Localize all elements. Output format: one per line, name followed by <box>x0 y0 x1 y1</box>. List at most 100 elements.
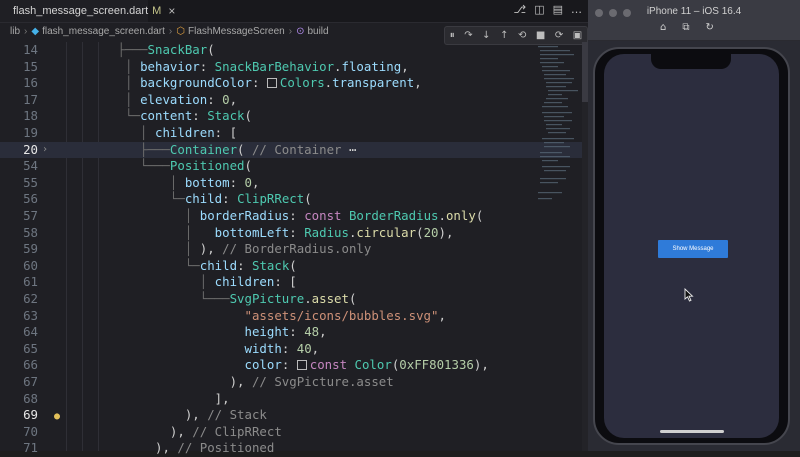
chevron-right-icon: › <box>288 25 293 37</box>
hot-reload-icon[interactable]: ⟲ <box>518 30 526 41</box>
code-line[interactable]: 62 └───SvgPicture.asset( <box>0 291 588 308</box>
line-number: 65 <box>23 340 38 356</box>
code-text: └─child: Stack( <box>58 258 297 275</box>
more-icon[interactable]: … <box>571 3 582 16</box>
line-number: 71 <box>23 440 38 456</box>
fold-chevron-icon[interactable]: › <box>42 142 48 159</box>
code-token: // ClipRRect <box>192 423 282 439</box>
stop-icon[interactable]: ■ <box>536 30 545 41</box>
code-token: ├─── <box>58 141 170 157</box>
phone-screen: Show Message <box>604 54 779 438</box>
tab-flash-message-screen[interactable]: flash_message_screen.dart M × <box>0 0 175 22</box>
code-line[interactable]: 14 ├───SnackBar( <box>0 42 588 59</box>
code-line[interactable]: 68 ], <box>0 391 588 408</box>
code-line[interactable]: 54 └───Positioned( <box>0 158 588 175</box>
devtools-icon[interactable]: ▣ <box>573 30 582 41</box>
code-line[interactable]: 55 │ bottom: 0, <box>0 175 588 192</box>
line-number: 69 <box>23 407 38 423</box>
show-message-button[interactable]: Show Message <box>658 240 728 258</box>
source-control-icon[interactable]: ⎇ <box>514 3 527 16</box>
code-token: Stack <box>251 257 290 273</box>
code-token: │ <box>58 91 141 107</box>
code-line[interactable]: 66 color: const Color(0xFF801336), <box>0 357 588 374</box>
home-icon[interactable]: ⌂ <box>660 22 666 33</box>
code-line[interactable]: 65 width: 40, <box>0 341 588 358</box>
line-number: 62 <box>23 291 38 306</box>
home-indicator[interactable] <box>660 430 724 433</box>
line-number: 55 <box>23 174 38 190</box>
code-line[interactable]: 19 │ children: [ <box>0 125 588 142</box>
code-text: └─child: ClipRRect( <box>58 191 312 208</box>
line-number: 56 <box>23 191 38 207</box>
breadcrumb-class[interactable]: ⬡ FlashMessageScreen <box>176 26 284 37</box>
line-number: 59 <box>23 241 38 257</box>
code-token: elevation <box>140 91 208 107</box>
close-icon[interactable]: × <box>168 4 175 18</box>
code-lines[interactable]: 14 ├───SnackBar(15 │ behavior: SnackBarB… <box>0 42 588 455</box>
breadcrumb-class-label: FlashMessageScreen <box>188 25 285 37</box>
code-token: // SvgPicture.asset <box>251 374 394 389</box>
code-line[interactable]: 17 │ elevation: 0, <box>0 92 588 109</box>
code-token: floating <box>341 58 402 74</box>
code-line[interactable]: 60 └─child: Stack( <box>0 258 588 275</box>
layout-icon[interactable]: ▤ <box>553 3 563 16</box>
code-token: only <box>445 208 476 223</box>
rotate-icon[interactable]: ↻ <box>706 22 714 33</box>
code-token: SnackBar <box>147 42 208 57</box>
code-token: 20 <box>423 224 439 240</box>
code-line[interactable]: 69 ● ), // Stack <box>0 407 588 424</box>
code-text: │ borderRadius: const BorderRadius.only( <box>58 208 483 225</box>
code-text: ├───Container( // Container ⋯ <box>58 142 356 159</box>
code-line[interactable]: 58 │ bottomLeft: Radius.circular(20), <box>0 225 588 242</box>
line-number: 70 <box>23 423 38 439</box>
breadcrumb-file[interactable]: ◆ flash_message_screen.dart <box>31 26 165 37</box>
code-text: └───SvgPicture.asset( <box>58 291 357 308</box>
step-into-icon[interactable]: ↓ <box>482 30 490 41</box>
code-token: BorderRadius <box>348 208 439 223</box>
code-line[interactable]: 71 ), // Positioned <box>0 440 588 457</box>
code-token: height <box>244 324 290 340</box>
code-text: ), // Positioned <box>58 440 274 457</box>
code-token: : <box>222 191 238 207</box>
code-line[interactable]: 57 │ borderRadius: const BorderRadius.on… <box>0 208 588 225</box>
code-token: , <box>401 58 409 74</box>
phone-notch <box>651 54 731 69</box>
code-token: SvgPicture <box>229 291 305 306</box>
code-token: 40 <box>296 340 312 356</box>
breadcrumb-method[interactable]: ⊙ build <box>296 26 329 37</box>
code-line[interactable]: 61 │ children: [ <box>0 274 588 291</box>
code-line[interactable]: 18 └─content: Stack( <box>0 108 588 125</box>
code-line[interactable]: 70 ), // ClipRRect <box>0 424 588 441</box>
code-line[interactable]: 63 "assets/icons/bubbles.svg", <box>0 308 588 325</box>
code-line[interactable]: 20 › ├───Container( // Container ⋯ <box>0 141 588 159</box>
step-out-icon[interactable]: ↑ <box>500 30 508 41</box>
code-token: : <box>229 174 245 190</box>
code-token: child <box>199 257 238 273</box>
screenshot-icon[interactable]: ⧉ <box>682 22 689 33</box>
code-text: │ behavior: SnackBarBehavior.floating, <box>58 59 409 76</box>
pause-icon[interactable]: ⏸ <box>450 30 455 41</box>
split-editor-icon[interactable]: ◫ <box>534 3 544 16</box>
step-over-icon[interactable]: ↷ <box>464 30 472 41</box>
modified-badge: M <box>152 5 162 17</box>
restart-icon[interactable]: ⟳ <box>555 30 563 41</box>
code-line[interactable]: 64 height: 48, <box>0 324 588 341</box>
code-line[interactable]: 67 ), // SvgPicture.asset <box>0 374 588 391</box>
code-line[interactable]: 56 └─child: ClipRRect( <box>0 191 588 208</box>
code-text: width: 40, <box>58 340 320 358</box>
code-line[interactable]: 16 │ backgroundColor: Colors.transparent… <box>0 75 588 92</box>
breadcrumb-lib[interactable]: lib <box>10 26 20 37</box>
code-line[interactable]: 15 │ behavior: SnackBarBehavior.floating… <box>0 59 588 76</box>
code-text: "assets/icons/bubbles.svg", <box>58 308 446 325</box>
code-text: ├───SnackBar( <box>58 42 215 59</box>
code-line[interactable]: 59 │ ), // BorderRadius.only <box>0 241 588 258</box>
color-swatch-icon <box>266 78 277 89</box>
minimap[interactable] <box>530 42 582 242</box>
code-token: borderRadius <box>199 208 290 223</box>
